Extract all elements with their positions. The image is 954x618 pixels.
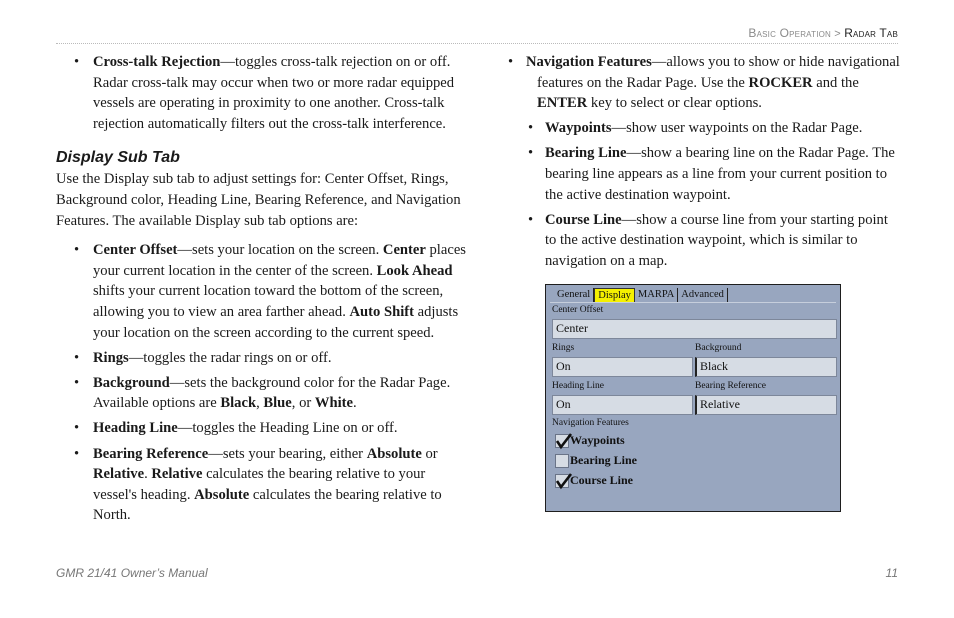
text: , or xyxy=(291,395,315,412)
text: and the xyxy=(812,74,859,91)
term: Background xyxy=(93,374,170,391)
term: Relative xyxy=(151,466,203,483)
bullet: • xyxy=(508,54,514,70)
list-item-background: • Background—sets the background color fo… xyxy=(56,373,466,414)
term: Cross-talk Rejection xyxy=(93,54,221,70)
text: or xyxy=(421,445,438,462)
tab-bar: General Display MARPA Advanced xyxy=(554,288,728,303)
header-current: Radar Tab xyxy=(844,26,898,40)
description: —show user waypoints on the Radar Page. xyxy=(611,120,863,137)
term: Black xyxy=(220,395,257,412)
text: —sets your location on the screen. xyxy=(177,242,383,259)
term: Waypoints xyxy=(545,120,612,137)
bullet: • xyxy=(528,145,534,162)
checkbox-course-line[interactable]: Course Line xyxy=(555,472,633,489)
list-item-rings: • Rings—toggles the radar rings on or off… xyxy=(56,348,466,369)
term: Center Offset xyxy=(93,242,178,259)
list-item-crosstalk: • Cross-talk Rejection—toggles cross-talk… xyxy=(56,52,466,134)
background-field[interactable]: Black xyxy=(695,357,837,377)
description: —toggles the Heading Line on or off. xyxy=(177,420,398,437)
list-item-navigation-features: • Navigation Features—allows you to show … xyxy=(500,52,900,114)
term: Course Line xyxy=(545,211,622,228)
navigation-features-label: Navigation Features xyxy=(552,418,629,428)
tab-advanced[interactable]: Advanced xyxy=(678,288,728,303)
term: Navigation Features xyxy=(526,54,652,70)
description: —toggles the radar rings on or off. xyxy=(128,349,332,366)
term: Relative xyxy=(93,466,145,483)
term: Bearing Reference xyxy=(93,445,209,462)
checkmark-icon xyxy=(555,472,573,489)
section-heading: Display Sub Tab xyxy=(56,149,180,167)
checkbox-label: Bearing Line xyxy=(570,453,638,467)
tab-marpa[interactable]: MARPA xyxy=(635,288,679,303)
term: ROCKER xyxy=(748,74,813,91)
list-item-bearing-line: • Bearing Line—show a bearing line on the… xyxy=(500,143,900,205)
checkbox[interactable] xyxy=(555,472,573,489)
header-rule xyxy=(56,43,898,44)
checkbox[interactable] xyxy=(555,432,573,449)
term: ENTER xyxy=(537,95,588,112)
bullet: • xyxy=(74,54,80,70)
heading-line-label: Heading Line xyxy=(552,381,604,391)
checkbox[interactable] xyxy=(555,453,569,468)
bullet: • xyxy=(528,120,534,137)
header-section: Basic Operation xyxy=(748,26,832,40)
center-offset-label: Center Offset xyxy=(552,305,604,315)
center-offset-field[interactable]: Center xyxy=(552,319,837,339)
checkbox-bearing-line[interactable]: Bearing Line xyxy=(555,453,637,468)
tab-display[interactable]: Display xyxy=(594,288,635,303)
bullet: • xyxy=(74,242,80,259)
term: Center xyxy=(382,242,426,259)
background-label: Background xyxy=(695,343,742,353)
list-item-waypoints: • Waypoints—show user waypoints on the Ra… xyxy=(500,118,900,139)
bullet: • xyxy=(74,349,80,366)
term: Look Ahead xyxy=(376,262,453,279)
checkmark-icon xyxy=(555,432,573,449)
device-screenshot: General Display MARPA Advanced Center Of… xyxy=(545,284,841,512)
page-number: 11 xyxy=(885,566,898,580)
rings-label: Rings xyxy=(552,343,575,353)
list-item-bearing-reference: • Bearing Reference—sets your bearing, ei… xyxy=(56,444,466,526)
term: Blue xyxy=(263,395,292,412)
heading-line-field[interactable]: On xyxy=(552,395,693,415)
text: key to select or clear options. xyxy=(587,95,762,112)
list-item-center-offset: • Center Offset—sets your location on the… xyxy=(56,240,466,343)
bullet: • xyxy=(528,211,534,228)
bearing-reference-field[interactable]: Relative xyxy=(695,395,837,415)
text: . xyxy=(352,395,357,412)
list-item-heading-line: • Heading Line—toggles the Heading Line o… xyxy=(56,418,466,439)
bullet: • xyxy=(74,374,80,391)
term: White xyxy=(314,395,353,412)
header-separator: > xyxy=(834,28,841,40)
running-header: Basic Operation > Radar Tab xyxy=(748,26,898,40)
footer-manual-title: GMR 21/41 Owner’s Manual xyxy=(56,566,208,580)
term: Absolute xyxy=(194,486,250,503)
checkbox-label: Course Line xyxy=(570,473,633,487)
checkbox-label: Waypoints xyxy=(570,433,625,447)
term: Absolute xyxy=(366,445,422,462)
bearing-reference-label: Bearing Reference xyxy=(695,381,766,391)
tab-divider xyxy=(550,302,836,303)
list-item-course-line: • Course Line—show a course line from you… xyxy=(500,210,900,272)
right-column: • Navigation Features—allows you to show … xyxy=(500,52,900,276)
term: Rings xyxy=(93,349,129,366)
tab-general[interactable]: General xyxy=(554,288,595,303)
intro-paragraph: Use the Display sub tab to adjust settin… xyxy=(56,171,461,229)
left-column: • Cross-talk Rejection—toggles cross-talk… xyxy=(56,52,466,530)
text: —sets your bearing, either xyxy=(208,445,367,462)
term: Heading Line xyxy=(93,420,178,437)
checkbox-waypoints[interactable]: Waypoints xyxy=(555,432,625,449)
term: Auto Shift xyxy=(349,303,414,320)
term: Bearing Line xyxy=(545,145,627,162)
rings-field[interactable]: On xyxy=(552,357,693,377)
bullet: • xyxy=(74,420,80,437)
bullet: • xyxy=(74,445,80,462)
